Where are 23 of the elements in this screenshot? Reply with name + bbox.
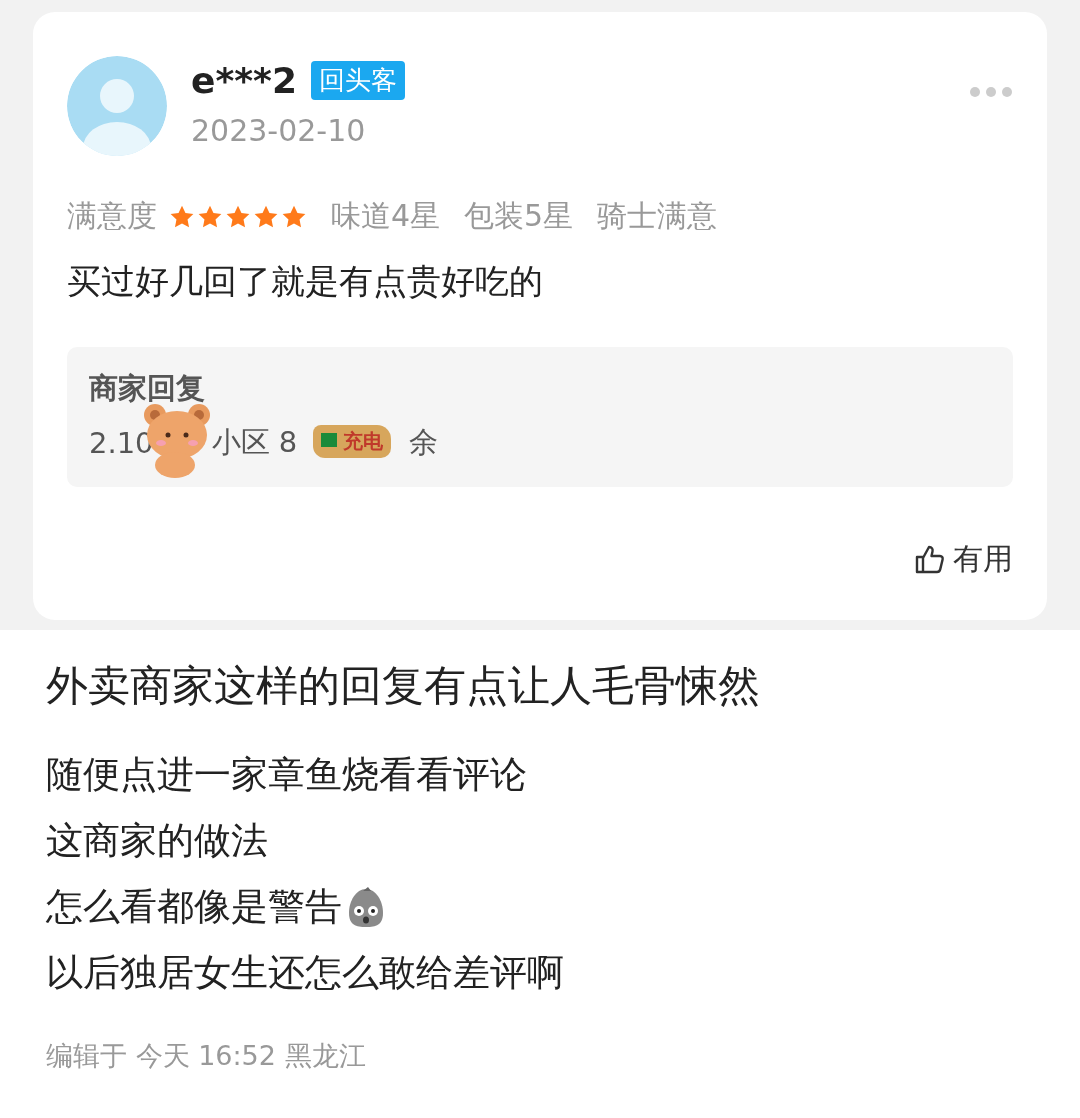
helpful-button[interactable]: 有用	[913, 539, 1013, 580]
repeat-customer-badge: 回头客	[310, 61, 405, 100]
sub-rating: 骑士满意	[597, 197, 718, 235]
post-text: 随便点进一家章鱼烧看看评论	[46, 752, 527, 798]
review-text: 买过好几回了就是有点贵好吃的	[67, 260, 544, 303]
edit-info: 编辑于 今天 16:52 黑龙江	[46, 1039, 367, 1073]
sub-rating: 包装5星	[464, 197, 574, 235]
reply-text: 余	[409, 424, 439, 461]
post-title: 外卖商家这样的回复有点让人毛骨悚然	[46, 660, 761, 712]
review-date: 2023-02-10	[191, 113, 367, 148]
reply-text: 小区 8	[211, 424, 298, 461]
post-text: 以后独居女生还怎么敢给差评啊	[46, 950, 564, 996]
reply-title: 商家回复	[89, 370, 206, 407]
rating-label: 满意度	[67, 197, 157, 235]
username: e***2	[191, 60, 297, 101]
avatar-icon	[67, 56, 167, 156]
emoji-icon	[346, 885, 386, 929]
post-text: 这商家的做法	[46, 818, 268, 864]
sub-rating: 味道4星	[331, 197, 441, 235]
more-icon[interactable]	[969, 86, 1013, 98]
post-text: 怎么看都像是警告	[46, 884, 342, 930]
thumbs-up-icon	[913, 543, 945, 576]
sticker-label: 充电	[313, 425, 391, 458]
